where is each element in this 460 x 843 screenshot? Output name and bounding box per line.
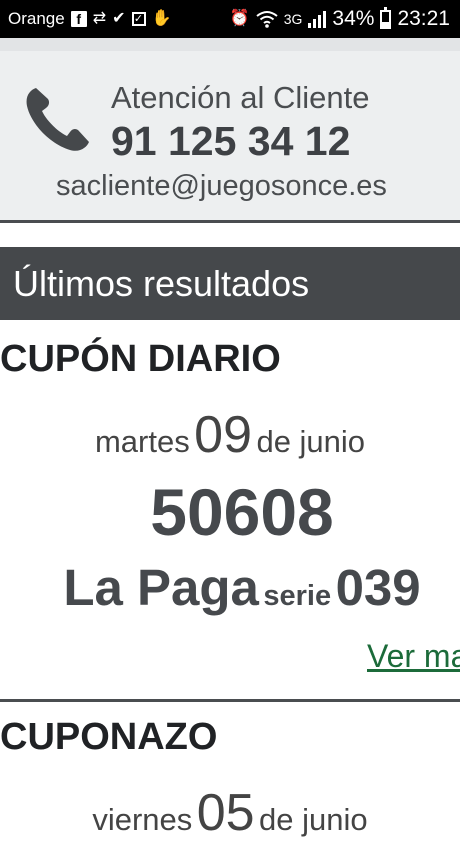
customer-service-phone[interactable]: 91 125 34 12 [111,118,350,165]
serie-number: 039 [335,559,421,616]
draw-month: de junio [259,802,368,837]
battery-percent: 34% [332,7,375,30]
status-bar: Orange f ⇄ ✔ ✓ ✋ ⏰ 3G 34% 23:21 [0,0,460,38]
section-divider [0,699,460,702]
draw-weekday: viernes [92,802,193,837]
retweet-icon: ⇄ [92,10,107,27]
draw-day: 09 [194,406,252,464]
results-header: Últimos resultados [0,247,460,320]
clock: 23:21 [397,7,450,30]
customer-service-panel: Atención al Cliente 91 125 34 12 saclien… [0,38,460,223]
draw-weekday: martes [94,424,190,459]
check-icon: ✔ [112,10,126,27]
draw-title: CUPÓN DIARIO [0,338,281,380]
hand-icon: ✋ [151,10,172,27]
draw-date: martes 09 de junio [0,405,460,465]
draw-title: CUPONAZO [0,716,218,758]
alarm-icon: ⏰ [229,10,250,27]
see-more-link[interactable]: Ver ma [367,638,460,675]
prize-line: La Paga serie 039 [0,558,460,617]
draw-day: 05 [196,784,255,842]
signal-icon [308,10,327,28]
draw-month: de junio [256,424,366,459]
winning-number: 50608 [150,475,334,549]
draw-date: viernes 05 de junio [0,783,460,843]
wifi-icon [256,11,278,28]
facebook-icon: f [70,11,87,27]
customer-service-email[interactable]: sacliente@juegosonce.es [56,170,387,203]
prize-name: La Paga [63,559,259,616]
carrier-name: Orange [8,9,65,28]
network-type: 3G [283,11,303,27]
customer-service-title: Atención al Cliente [111,80,370,115]
checkbox-icon: ✓ [131,12,146,26]
battery-icon [380,6,392,29]
phone-icon[interactable] [22,84,94,156]
serie-label: serie [263,580,332,612]
